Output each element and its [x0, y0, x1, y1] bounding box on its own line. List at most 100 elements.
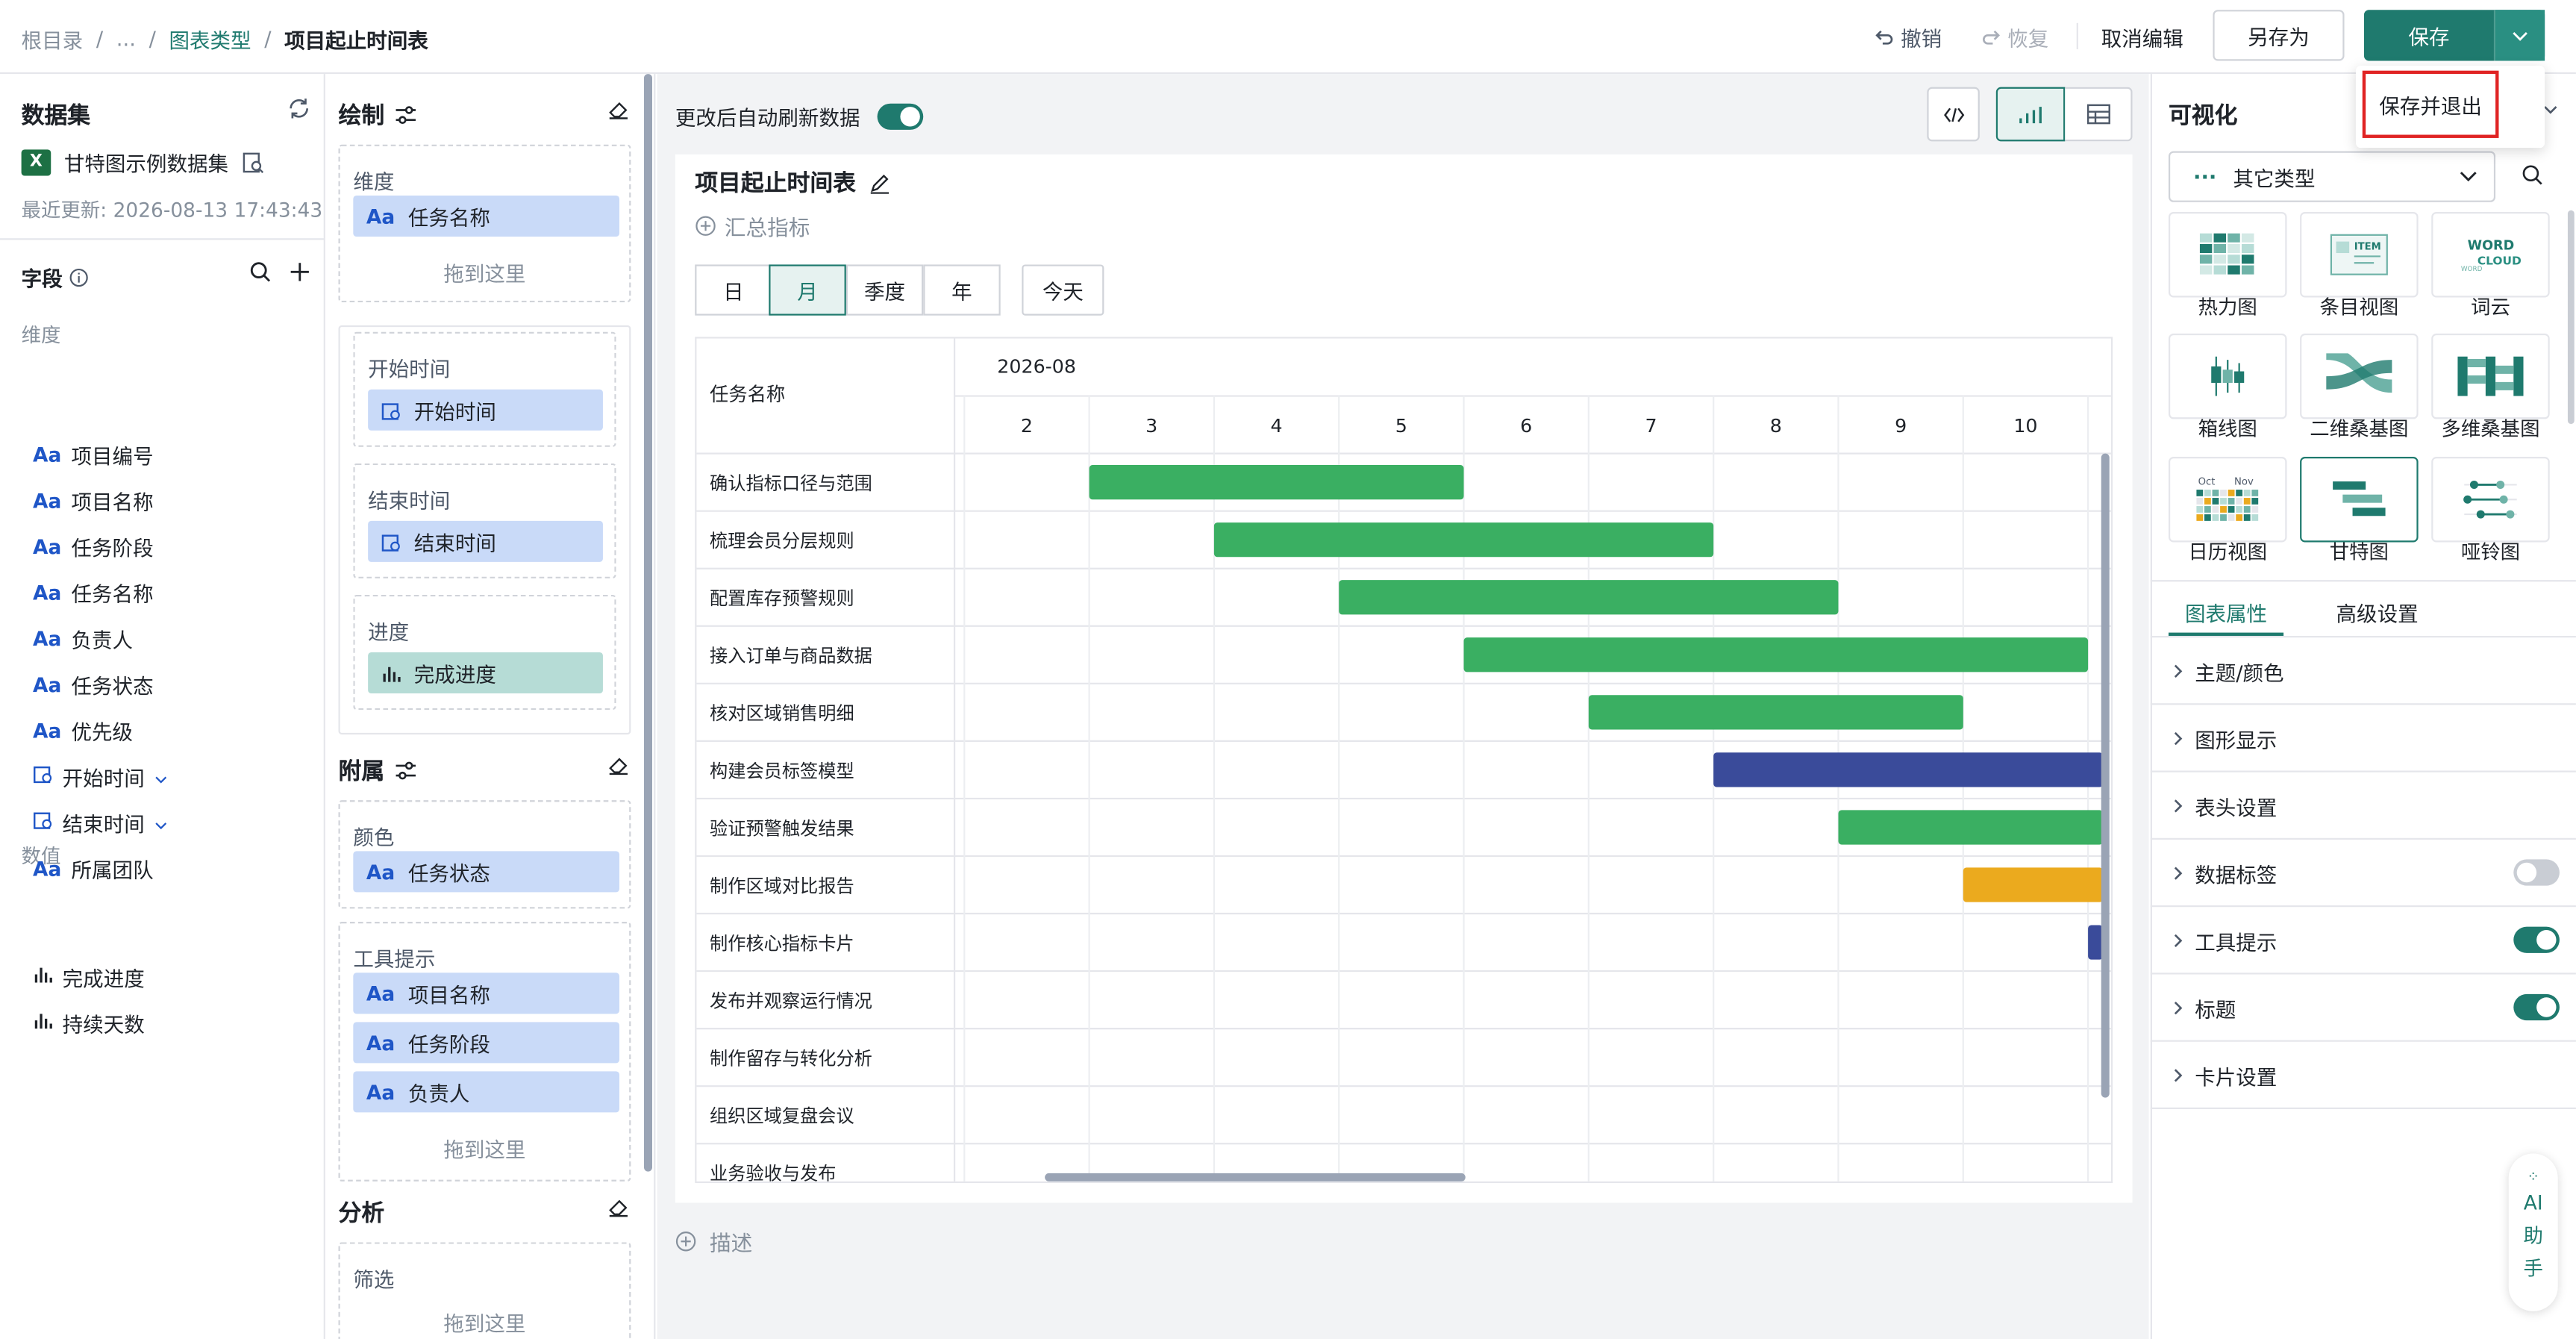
ai-assistant-button[interactable]: ⁘ AI 助手: [2508, 1153, 2558, 1311]
period-tab[interactable]: 季度: [845, 264, 924, 316]
switch-dataset-icon[interactable]: [287, 97, 310, 120]
settings-sliders-icon[interactable]: [394, 105, 417, 125]
property-row[interactable]: 卡片设置: [2150, 1042, 2576, 1110]
field-item[interactable]: Aa 优先级: [33, 715, 133, 746]
tooltip-pill[interactable]: Aa 负责人: [353, 1071, 619, 1113]
filter-dropzone[interactable]: 筛选 拖到这里: [338, 1242, 631, 1339]
chart-type-tile[interactable]: [2300, 457, 2419, 543]
chevron-down-icon[interactable]: [154, 810, 168, 834]
search-icon[interactable]: [250, 261, 272, 283]
eraser-icon[interactable]: [608, 756, 630, 775]
task-bar[interactable]: [1463, 637, 2089, 672]
tooltip-dropzone[interactable]: 工具提示 拖到这里 Aa 项目名称 Aa 任务阶段 Aa 负责人: [338, 922, 631, 1182]
property-row[interactable]: 工具提示: [2150, 907, 2576, 975]
task-bar[interactable]: [2088, 925, 2103, 960]
breadcrumb-root[interactable]: 根目录: [22, 23, 84, 54]
add-summary-button[interactable]: 汇总指标: [695, 210, 810, 242]
property-toggle[interactable]: [2513, 859, 2560, 886]
property-row[interactable]: 主题/颜色: [2150, 637, 2576, 705]
save-and-exit-item[interactable]: 保存并退出: [2362, 70, 2499, 138]
edit-icon[interactable]: [869, 172, 891, 193]
breadcrumb-ellipsis[interactable]: ...: [116, 26, 136, 51]
field-item[interactable]: 完成进度: [33, 961, 145, 993]
color-pill[interactable]: Aa 任务状态: [353, 851, 619, 893]
end-time-pill[interactable]: 结束时间: [368, 520, 603, 562]
chart-type-tile[interactable]: ITEM: [2300, 211, 2419, 298]
breadcrumb-parent[interactable]: 图表类型: [169, 23, 251, 54]
undo-button[interactable]: 撤销: [1875, 22, 1942, 53]
period-tab[interactable]: 年: [923, 264, 1001, 316]
task-bar[interactable]: [1963, 867, 2103, 902]
start-time-pill[interactable]: 开始时间: [368, 389, 603, 431]
period-tab[interactable]: 月: [769, 264, 846, 316]
color-dropzone[interactable]: 颜色 Aa 任务状态: [338, 800, 631, 909]
field-item[interactable]: Aa 任务状态: [33, 669, 154, 700]
gantt-horizontal-scrollbar[interactable]: [1045, 1173, 1466, 1182]
field-item[interactable]: 开始时间: [33, 761, 168, 792]
chart-category-select[interactable]: ··· 其它类型: [2168, 151, 2496, 202]
property-row[interactable]: 数据标签: [2150, 840, 2576, 908]
chart-type-tile[interactable]: [2300, 333, 2419, 419]
gantt-vertical-scrollbar[interactable]: [2101, 453, 2110, 1098]
start-time-dropzone[interactable]: 开始时间 开始时间: [353, 331, 616, 447]
field-item[interactable]: Aa 所属团队: [33, 853, 154, 884]
property-row[interactable]: 表头设置: [2150, 772, 2576, 840]
field-item[interactable]: 结束时间: [33, 807, 168, 838]
task-bar[interactable]: [1213, 522, 1714, 558]
dimension-dropzone[interactable]: 维度 Aa 任务名称 拖到这里: [338, 144, 631, 303]
tooltip-pill[interactable]: Aa 项目名称: [353, 973, 619, 1014]
task-bar[interactable]: [1588, 695, 1963, 730]
chart-type-tile[interactable]: [2431, 457, 2550, 543]
eraser-icon[interactable]: [608, 1198, 630, 1217]
add-description-button[interactable]: 描述: [675, 1226, 752, 1257]
add-field-icon[interactable]: [289, 261, 310, 283]
tile-scrollbar[interactable]: [2567, 210, 2575, 424]
field-item[interactable]: Aa 负责人: [33, 622, 133, 654]
tab-advanced-settings[interactable]: 高级设置: [2336, 596, 2419, 628]
panel-scrollbar[interactable]: [643, 74, 652, 1172]
chart-type-tile[interactable]: WORD CLOUD WORD: [2431, 211, 2550, 298]
property-toggle[interactable]: [2513, 926, 2560, 953]
tooltip-pill[interactable]: Aa 任务阶段: [353, 1022, 619, 1064]
redo-button[interactable]: 恢复: [1981, 22, 2048, 53]
save-button[interactable]: 保存: [2364, 19, 2494, 51]
collapse-icon[interactable]: [2543, 104, 2558, 119]
auto-refresh-toggle[interactable]: [876, 102, 923, 129]
property-row[interactable]: 标题: [2150, 974, 2576, 1042]
info-icon[interactable]: [69, 267, 88, 287]
field-item[interactable]: Aa 项目名称: [33, 484, 154, 516]
chart-type-tile[interactable]: [2431, 333, 2550, 419]
chevron-down-icon[interactable]: [154, 764, 168, 789]
progress-pill[interactable]: 完成进度: [368, 652, 603, 694]
period-tab[interactable]: 日: [695, 264, 772, 316]
save-as-button[interactable]: 另存为: [2213, 10, 2345, 61]
field-item[interactable]: Aa 项目编号: [33, 439, 154, 470]
code-view-button[interactable]: [1927, 87, 1980, 142]
chart-type-tile[interactable]: [2168, 333, 2287, 419]
chart-type-tile[interactable]: Oct Nov: [2168, 457, 2287, 543]
dataset-name-row[interactable]: X 甘特图示例数据集: [21, 146, 265, 178]
tab-chart-properties[interactable]: 图表属性: [2185, 596, 2267, 628]
save-menu-toggle[interactable]: [2495, 10, 2545, 61]
eraser-icon[interactable]: [608, 100, 630, 119]
task-bar[interactable]: [1713, 752, 2103, 787]
field-item[interactable]: Aa 任务名称: [33, 577, 154, 608]
search-icon[interactable]: [2522, 164, 2543, 186]
field-item[interactable]: 持续天数: [33, 1008, 145, 1039]
end-time-dropzone[interactable]: 结束时间 结束时间: [353, 463, 616, 578]
today-button[interactable]: 今天: [1022, 264, 1104, 316]
dimension-pill[interactable]: Aa 任务名称: [353, 195, 619, 237]
task-bar[interactable]: [1339, 580, 1839, 615]
chart-view-button[interactable]: [1995, 87, 2066, 142]
property-row[interactable]: 图形显示: [2150, 705, 2576, 772]
chart-type-tile[interactable]: [2168, 211, 2287, 298]
property-toggle[interactable]: [2513, 993, 2560, 1021]
task-bar[interactable]: [1838, 810, 2103, 845]
progress-dropzone[interactable]: 进度 完成进度: [353, 594, 616, 711]
preview-icon[interactable]: [242, 150, 265, 173]
settings-sliders-icon[interactable]: [394, 761, 417, 780]
table-view-button[interactable]: [2065, 87, 2133, 142]
cancel-edit-button[interactable]: 取消编辑: [2101, 22, 2183, 53]
field-item[interactable]: Aa 任务阶段: [33, 531, 154, 562]
task-bar[interactable]: [1089, 465, 1464, 500]
